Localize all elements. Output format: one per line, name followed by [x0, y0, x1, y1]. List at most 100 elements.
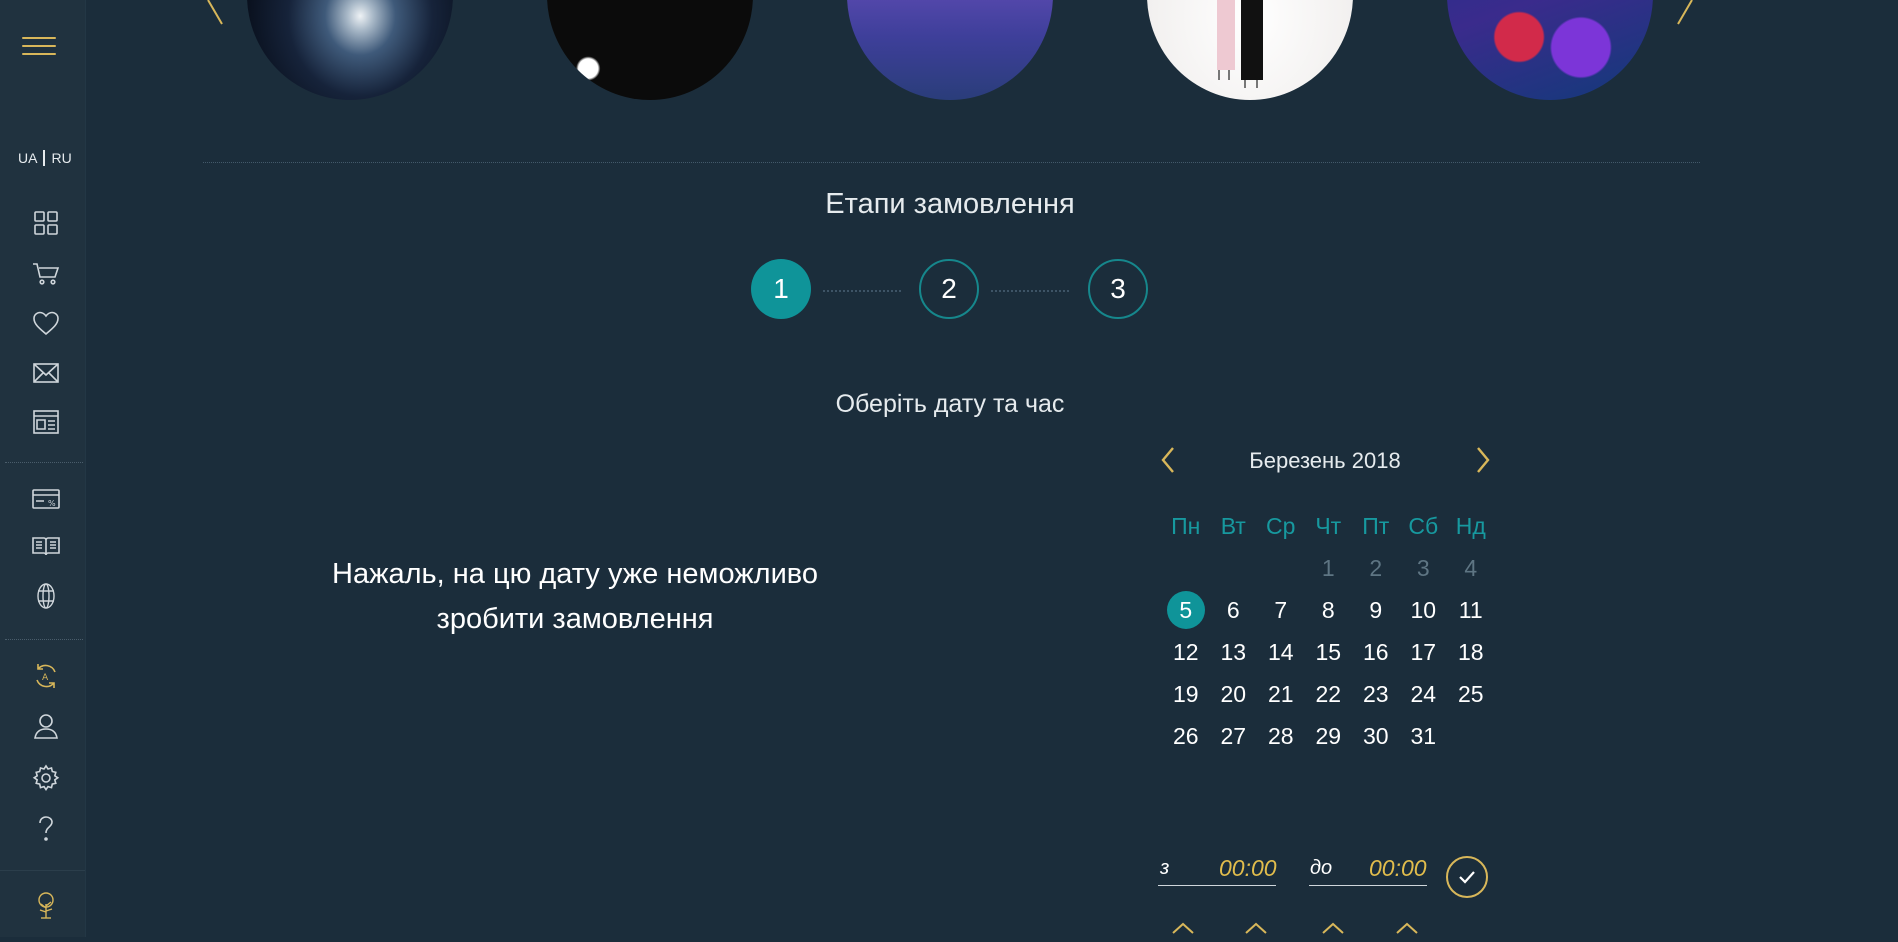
carousel-image-space-art[interactable]	[1447, 0, 1653, 100]
carousel-next-icon[interactable]	[1676, 0, 1694, 31]
calendar-day[interactable]: 6	[1210, 597, 1258, 624]
lang-ru[interactable]: RU	[51, 150, 71, 166]
calendar-week: 19 20 21 22 23 24 25	[1162, 673, 1495, 715]
sidebar-divider	[5, 462, 83, 463]
carousel-image-night-lake[interactable]	[847, 0, 1053, 100]
step-1[interactable]: 1	[751, 259, 811, 319]
time-from-input[interactable]: 00:00	[1219, 855, 1277, 882]
calendar-day[interactable]: 25	[1447, 681, 1495, 708]
calendar-day-label: 13	[1220, 638, 1247, 665]
calendar-day-label: 18	[1457, 638, 1484, 665]
calendar-day[interactable]: 12	[1162, 639, 1210, 666]
grid-icon[interactable]	[30, 207, 62, 239]
step-2[interactable]: 2	[919, 259, 979, 319]
calendar-day-label: 8	[1321, 596, 1335, 623]
calendar-day[interactable]: 5	[1162, 591, 1210, 629]
weekday-sat: Сб	[1408, 512, 1439, 539]
page-title: Етапи замовлення	[825, 188, 1075, 220]
time-to-input[interactable]: 00:00	[1369, 855, 1427, 882]
calendar-day[interactable]: 15	[1305, 639, 1353, 666]
calendar-day[interactable]: 11	[1447, 597, 1495, 624]
lang-ua[interactable]: UA	[18, 150, 37, 166]
calendar-day[interactable]: 7	[1257, 597, 1305, 624]
calendar-day[interactable]: 16	[1352, 639, 1400, 666]
svg-text:A: A	[42, 673, 49, 683]
section-divider	[203, 162, 1700, 163]
calendar-day[interactable]: 31	[1400, 723, 1448, 750]
carousel-image-couple[interactable]	[1147, 0, 1353, 100]
from-hour-up-icon[interactable]	[1170, 919, 1196, 937]
calendar-week: 26 27 28 29 30 31	[1162, 715, 1495, 757]
calendar-day[interactable]: 26	[1162, 723, 1210, 750]
calendar-day[interactable]: 4	[1447, 555, 1495, 582]
choose-date-subtitle: Оберіть дату та час	[835, 390, 1065, 418]
calendar-day[interactable]: 17	[1400, 639, 1448, 666]
sidebar: UA RU % A	[0, 0, 86, 937]
calendar-day[interactable]: 10	[1400, 597, 1448, 624]
calendar-day[interactable]: 24	[1400, 681, 1448, 708]
calendar-grid: Пн Вт Ср Чт Пт Сб Нд 1 2 3 4 5 6 7 8 9 10 11 12 13 14…	[1162, 505, 1495, 757]
lang-separator	[43, 150, 46, 166]
calendar-day[interactable]: 1	[1305, 555, 1353, 582]
gear-icon[interactable]	[30, 762, 62, 794]
calendar-day-label: 1	[1321, 554, 1335, 581]
sidebar-divider	[5, 639, 83, 640]
calendar-day-label: 3	[1416, 554, 1430, 581]
calendar-day[interactable]: 23	[1352, 681, 1400, 708]
weekday-mon: Пн	[1171, 512, 1201, 539]
calendar-day[interactable]: 19	[1162, 681, 1210, 708]
step-connector	[823, 290, 901, 292]
calendar-day[interactable]: 13	[1210, 639, 1258, 666]
layout-icon[interactable]	[30, 406, 62, 438]
from-minute-up-icon[interactable]	[1243, 919, 1269, 937]
user-icon[interactable]	[30, 710, 62, 742]
calendar-day[interactable]: 18	[1447, 639, 1495, 666]
carousel-prev-icon[interactable]	[206, 0, 224, 31]
step-3[interactable]: 3	[1088, 259, 1148, 319]
help-icon[interactable]	[30, 812, 62, 844]
tree-icon[interactable]	[30, 889, 62, 921]
calendar-day[interactable]: 2	[1352, 555, 1400, 582]
calendar-day[interactable]: 22	[1305, 681, 1353, 708]
calendar-day[interactable]: 21	[1257, 681, 1305, 708]
calendar-day[interactable]: 9	[1352, 597, 1400, 624]
refresh-a-icon[interactable]: A	[30, 660, 62, 692]
calendar-day[interactable]: 29	[1305, 723, 1353, 750]
book-icon[interactable]	[30, 530, 62, 562]
language-switcher: UA RU	[18, 150, 72, 166]
card-discount-icon[interactable]: %	[30, 483, 62, 515]
calendar-day[interactable]: 14	[1257, 639, 1305, 666]
cart-icon[interactable]	[30, 257, 62, 289]
calendar-day-label: 28	[1267, 722, 1294, 749]
calendar-day[interactable]: 8	[1305, 597, 1353, 624]
calendar-day-label: 31	[1410, 722, 1437, 749]
calendar-day-label: 7	[1274, 596, 1288, 623]
calendar-day-label: 6	[1226, 596, 1240, 623]
calendar-day-label: 17	[1410, 638, 1437, 665]
calendar-next-icon[interactable]	[1470, 444, 1494, 476]
sphere-icon[interactable]	[30, 580, 62, 612]
weekday-thu: Чт	[1315, 512, 1342, 539]
carousel-image-astronaut[interactable]	[547, 0, 753, 100]
calendar-day-label: 9	[1369, 596, 1383, 623]
calendar-day[interactable]: 27	[1210, 723, 1258, 750]
to-minute-up-icon[interactable]	[1394, 919, 1420, 937]
calendar-day-label: 23	[1362, 680, 1389, 707]
weekday-wed: Ср	[1266, 512, 1296, 539]
calendar-day-label: 29	[1315, 722, 1342, 749]
calendar-day[interactable]: 30	[1352, 723, 1400, 750]
svg-text:%: %	[48, 499, 56, 508]
calendar-day[interactable]: 28	[1257, 723, 1305, 750]
carousel-image-galaxy[interactable]	[247, 0, 453, 100]
calendar-prev-icon[interactable]	[1157, 444, 1181, 476]
envelope-icon[interactable]	[30, 357, 62, 389]
confirm-button[interactable]	[1446, 856, 1488, 898]
menu-icon[interactable]	[22, 37, 56, 57]
calendar-day-label: 16	[1362, 638, 1389, 665]
heart-icon[interactable]	[30, 307, 62, 339]
calendar-day[interactable]: 3	[1400, 555, 1448, 582]
weekday-tue: Вт	[1220, 512, 1246, 539]
calendar-day[interactable]: 20	[1210, 681, 1258, 708]
to-hour-up-icon[interactable]	[1320, 919, 1346, 937]
calendar-day-label: 30	[1362, 722, 1389, 749]
